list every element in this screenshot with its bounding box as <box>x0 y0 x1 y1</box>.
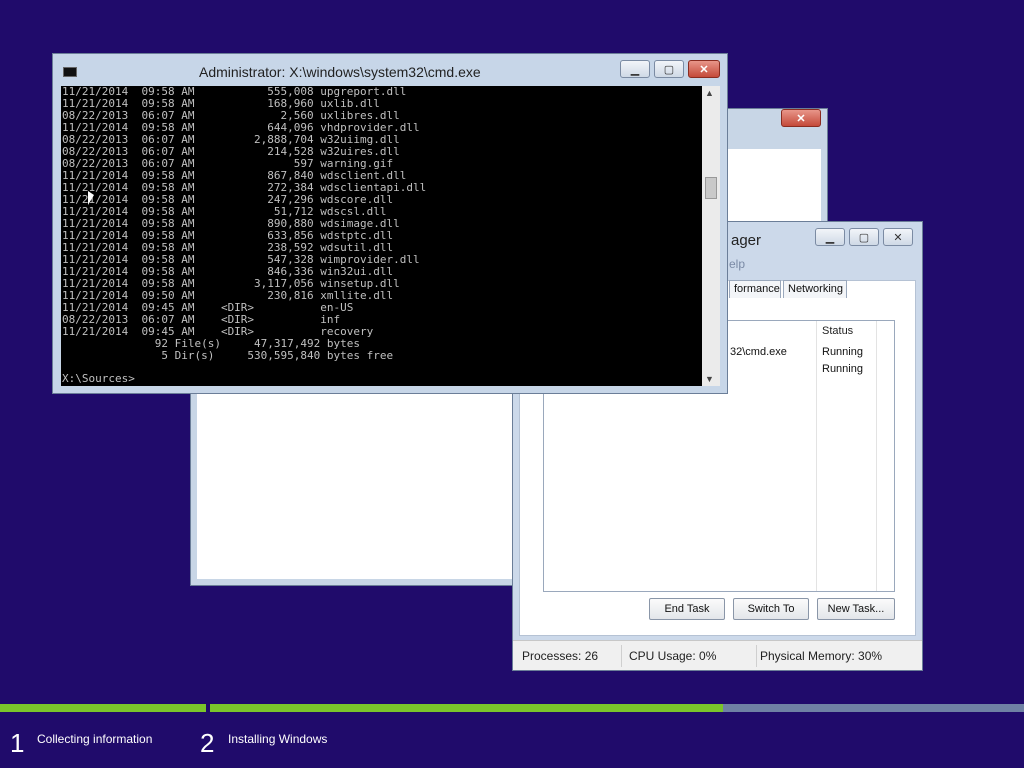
task-manager-title: ager <box>731 232 762 249</box>
cmd-window: Administrator: X:\windows\system32\cmd.e… <box>52 53 728 394</box>
task-row-2-status: Running <box>822 363 863 375</box>
console-prompt[interactable]: X:\Sources> <box>62 373 135 385</box>
step-1-number: 1 <box>10 728 25 758</box>
cmd-minimize-button[interactable]: ▁ <box>620 60 650 78</box>
tab-performance[interactable]: formance <box>729 280 781 298</box>
scroll-thumb[interactable] <box>705 177 717 199</box>
cpu-usage: CPU Usage: 0% <box>629 649 717 663</box>
physical-memory: Physical Memory: 30% <box>760 649 883 663</box>
cmd-icon <box>63 67 77 77</box>
help-menu[interactable]: elp <box>729 257 745 271</box>
minimize-button[interactable]: ▁ <box>815 228 845 246</box>
task-row-1-name[interactable]: 32\cmd.exe <box>730 346 787 358</box>
bg-close-button[interactable]: ✕ <box>781 109 821 127</box>
step-2-label: Installing Windows <box>228 732 328 746</box>
cmd-close-button[interactable]: ✕ <box>688 60 720 78</box>
mouse-cursor-icon <box>88 191 94 205</box>
cmd-maximize-button[interactable]: ▢ <box>654 60 684 78</box>
switch-to-button[interactable]: Switch To <box>733 598 809 620</box>
maximize-button[interactable]: ▢ <box>849 228 879 246</box>
processes-count: Processes: 26 <box>522 649 599 663</box>
task-row-1-status: Running <box>822 346 863 358</box>
console-output[interactable]: 11/21/2014 09:58 AM 555,008 upgreport.dl… <box>61 86 702 386</box>
progress-step-2 <box>210 704 1024 712</box>
cmd-title: Administrator: X:\windows\system32\cmd.e… <box>199 64 481 80</box>
console-lines: 11/21/2014 09:58 AM 555,008 upgreport.dl… <box>62 86 427 362</box>
scroll-down-icon[interactable]: ▼ <box>705 374 714 384</box>
progress-step-1 <box>0 704 206 712</box>
scrollbar[interactable]: ▲ ▼ <box>702 86 720 386</box>
new-task-button[interactable]: New Task... <box>817 598 895 620</box>
status-column-header[interactable]: Status <box>822 325 853 337</box>
progress-step-2-fill <box>210 704 723 712</box>
tab-networking[interactable]: Networking <box>783 280 847 298</box>
step-1-label: Collecting information <box>37 732 153 746</box>
step-2-number: 2 <box>200 728 215 758</box>
close-button[interactable]: ✕ <box>883 228 913 246</box>
scroll-up-icon[interactable]: ▲ <box>705 88 714 98</box>
end-task-button[interactable]: End Task <box>649 598 725 620</box>
status-bar: Processes: 26 CPU Usage: 0% Physical Mem… <box>513 640 922 670</box>
